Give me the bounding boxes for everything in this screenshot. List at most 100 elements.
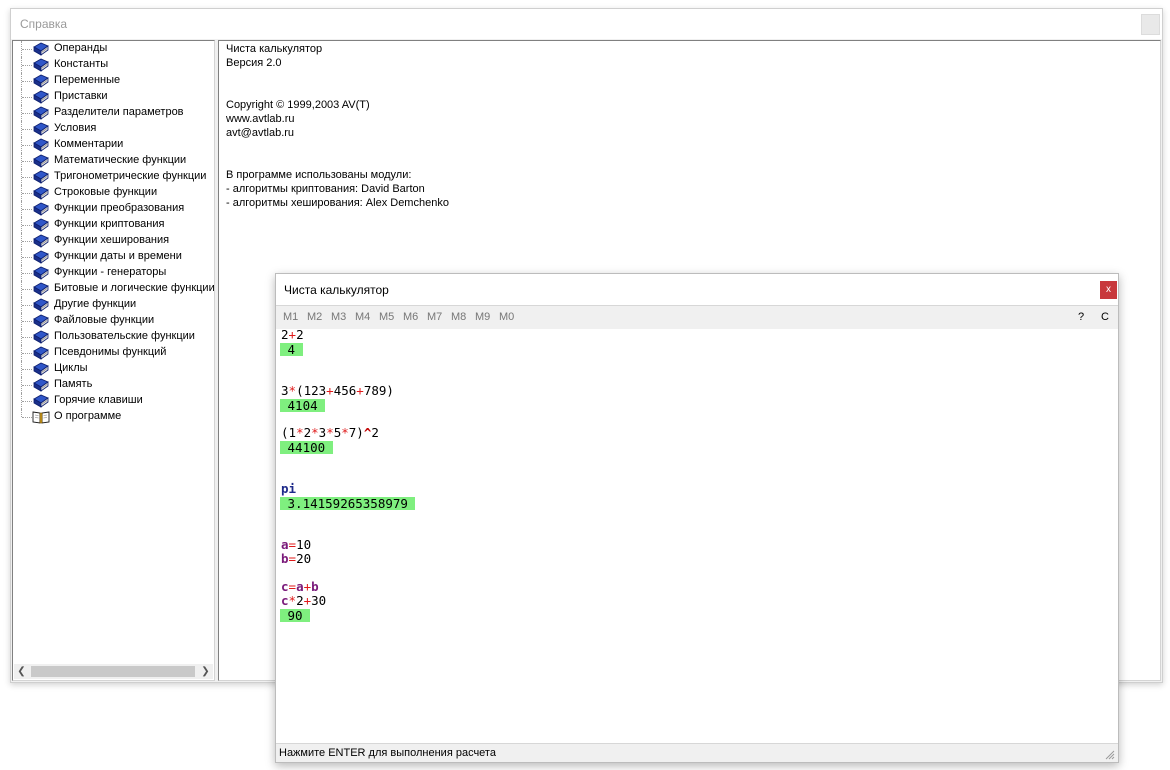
tree-item[interactable]: Псевдонимы функций — [13, 345, 213, 361]
book-icon — [32, 233, 50, 249]
content-line[interactable]: avt@avtlab.ru — [226, 127, 294, 139]
expression-line: c*2+30 — [281, 593, 327, 608]
tree-line — [22, 193, 32, 194]
memory-button-m2[interactable]: M2 — [307, 311, 322, 323]
tree-item-label: Тригонометрические функции — [54, 170, 207, 182]
tree-item-label: Функции - генераторы — [54, 266, 167, 278]
calculator-title: Чиста калькулятор — [284, 283, 389, 297]
expression-line: 2+2 — [281, 327, 304, 342]
expression-line: a=10 — [281, 537, 312, 552]
status-text: Нажмите ENTER для выполнения расчета — [279, 747, 496, 759]
help-window-title: Справка — [20, 17, 68, 31]
memory-button-m0[interactable]: M0 — [499, 311, 514, 323]
tree-item[interactable]: Тригонометрические функции — [13, 169, 213, 185]
tree-line — [22, 417, 32, 418]
tree-item-label: Приставки — [54, 90, 108, 102]
tree-item[interactable]: Пользовательские функции — [13, 329, 213, 345]
tree-line — [22, 177, 32, 178]
tree-item-label: Циклы — [54, 362, 88, 374]
tree-line — [22, 337, 32, 338]
tree-item-label: Горячие клавиши — [54, 394, 143, 406]
open-book-icon — [32, 409, 50, 425]
tree-line — [22, 241, 32, 242]
expression-line: (1*2*3*5*7)^2 — [281, 425, 379, 440]
book-icon — [32, 361, 50, 377]
tree-item[interactable]: Память — [13, 377, 213, 393]
help-close-button[interactable] — [1141, 14, 1160, 35]
expression-line: 3*(123+456+789) — [281, 383, 394, 398]
tree-item[interactable]: Математические функции — [13, 153, 213, 169]
tree-item-label: Разделители параметров — [54, 106, 184, 118]
memory-button-m6[interactable]: M6 — [403, 311, 418, 323]
book-icon — [32, 121, 50, 137]
tree-item[interactable]: Функции преобразования — [13, 201, 213, 217]
calculator-title-bar: Чиста калькулятор x — [276, 274, 1118, 304]
tree-item-label: Битовые и логические функции — [54, 282, 215, 294]
tree-item[interactable]: Циклы — [13, 361, 213, 377]
book-icon — [32, 281, 50, 297]
tree-item-label: Математические функции — [54, 154, 187, 166]
expression-editor[interactable]: 2+2 4 3*(123+456+789) 4104 (1*2*3*5*7)^2… — [276, 327, 1118, 744]
tree-item-label: О программе — [54, 410, 122, 422]
content-line[interactable]: www.avtlab.ru — [226, 113, 294, 125]
tree-line — [22, 401, 32, 402]
book-icon — [32, 169, 50, 185]
book-icon — [32, 153, 50, 169]
tree-item[interactable]: Функции даты и времени — [13, 249, 213, 265]
tree-item-label: Функции даты и времени — [54, 250, 182, 262]
content-line: - алгоритмы хеширования: Alex Demchenko — [226, 197, 449, 209]
book-icon — [32, 377, 50, 393]
tree-item[interactable]: Константы — [13, 57, 213, 73]
result-highlight: 3.14159265358979 — [280, 496, 416, 511]
scrollbar-thumb[interactable] — [31, 666, 195, 677]
tree-line — [22, 145, 32, 146]
resize-grip-icon[interactable] — [1104, 749, 1115, 760]
tree-item[interactable]: Битовые и логические функции — [13, 281, 215, 297]
memory-button-m9[interactable]: M9 — [475, 311, 490, 323]
tree-item-label: Операнды — [54, 42, 108, 54]
tree-line — [22, 129, 32, 130]
help-button[interactable]: ? — [1078, 311, 1084, 323]
close-button[interactable]: x — [1100, 281, 1117, 299]
tree-line — [22, 209, 32, 210]
horizontal-scrollbar[interactable]: ❮ ❯ — [14, 664, 213, 679]
content-line: Версия 2.0 — [226, 57, 282, 69]
expression-line: b=20 — [281, 551, 312, 566]
tree-item[interactable]: Файловые функции — [13, 313, 213, 329]
memory-button-m4[interactable]: M4 — [355, 311, 370, 323]
tree-line — [22, 65, 32, 66]
scroll-right-icon[interactable]: ❯ — [198, 665, 213, 678]
tree-line — [21, 409, 22, 417]
tree-line — [22, 353, 32, 354]
tree-item[interactable]: Условия — [13, 121, 213, 137]
tree-item[interactable]: Функции - генераторы — [13, 265, 213, 281]
tree-item[interactable]: Приставки — [13, 89, 213, 105]
tree-item[interactable]: Разделители параметров — [13, 105, 213, 121]
result-highlight: 44100 — [280, 440, 333, 455]
content-line: - алгоритмы криптования: David Barton — [226, 183, 425, 195]
tree-item-label: Константы — [54, 58, 109, 70]
tree-item[interactable]: Строковые функции — [13, 185, 213, 201]
tree-item-label: Пользовательские функции — [54, 330, 195, 342]
tree-item[interactable]: Горячие клавиши — [13, 393, 213, 409]
result-highlight: 90 — [280, 608, 311, 623]
memory-button-m8[interactable]: M8 — [451, 311, 466, 323]
tree-item[interactable]: Комментарии — [13, 137, 213, 153]
book-icon — [32, 201, 50, 217]
tree-item[interactable]: О программе — [13, 409, 213, 425]
tree-item[interactable]: Другие функции — [13, 297, 213, 313]
memory-button-m1[interactable]: M1 — [283, 311, 298, 323]
memory-button-m7[interactable]: M7 — [427, 311, 442, 323]
help-title-bar: Справка — [11, 9, 1162, 39]
tree-item[interactable]: Переменные — [13, 73, 213, 89]
content-line: В программе использованы модули: — [226, 169, 412, 181]
memory-button-m3[interactable]: M3 — [331, 311, 346, 323]
book-icon — [32, 57, 50, 73]
tree-item[interactable]: Функции хеширования — [13, 233, 213, 249]
tree-item-label: Функции криптования — [54, 218, 165, 230]
tree-item[interactable]: Функции криптования — [13, 217, 213, 233]
clear-button[interactable]: C — [1101, 311, 1109, 323]
memory-button-m5[interactable]: M5 — [379, 311, 394, 323]
tree-item[interactable]: Операнды — [13, 41, 213, 57]
scroll-left-icon[interactable]: ❮ — [14, 665, 29, 678]
